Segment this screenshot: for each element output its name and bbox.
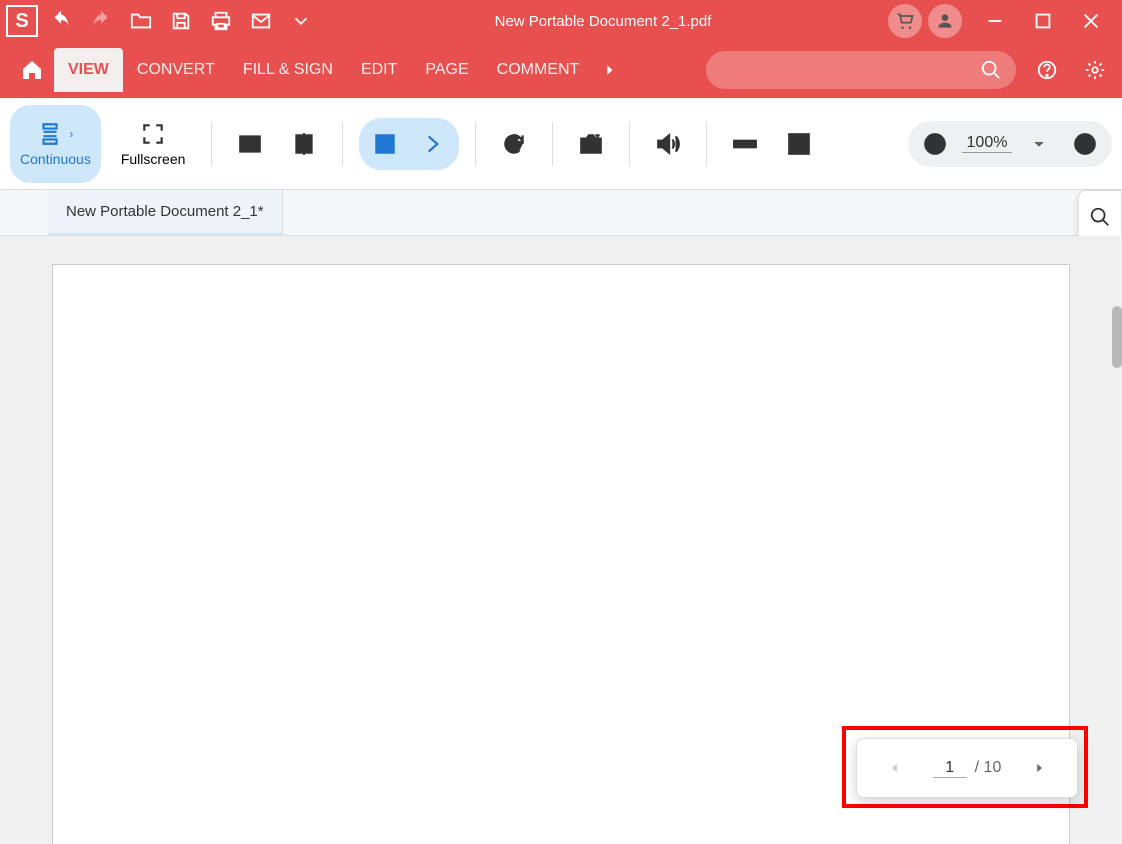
continuous-mode-button[interactable]: › Continuous — [10, 105, 101, 183]
next-page-icon[interactable] — [1027, 756, 1051, 780]
tab-edit[interactable]: EDIT — [347, 48, 411, 92]
zoom-out-icon[interactable] — [916, 125, 954, 163]
zoom-control: 100% — [908, 121, 1112, 167]
app-logo: S — [6, 5, 38, 37]
document-tab-strip: New Portable Document 2_1* — [0, 190, 1122, 236]
tab-page[interactable]: PAGE — [411, 48, 482, 92]
zoom-dropdown-icon[interactable] — [1020, 125, 1058, 163]
zoom-value[interactable]: 100% — [962, 134, 1012, 153]
ruler-icon[interactable] — [723, 122, 767, 166]
grid-icon[interactable] — [777, 122, 821, 166]
menu-bar: VIEW CONVERT FILL & SIGN EDIT PAGE COMME… — [0, 42, 1122, 98]
search-icon — [980, 59, 1002, 81]
account-button[interactable] — [928, 4, 962, 38]
page-navigator: / 10 — [856, 738, 1078, 798]
svg-text:1:1: 1:1 — [380, 139, 395, 151]
mail-icon[interactable] — [244, 4, 278, 38]
vertical-scrollbar[interactable] — [1112, 306, 1122, 368]
ribbon-separator — [211, 122, 212, 166]
maximize-icon[interactable] — [1026, 4, 1060, 38]
save-icon[interactable] — [164, 4, 198, 38]
open-folder-icon[interactable] — [124, 4, 158, 38]
ribbon-separator — [629, 122, 630, 166]
tab-comment[interactable]: COMMENT — [483, 48, 594, 92]
split-view-icon[interactable] — [282, 122, 326, 166]
chevron-down-icon[interactable] — [284, 4, 318, 38]
document-title: New Portable Document 2_1.pdf — [495, 13, 712, 30]
prev-page-icon — [883, 756, 907, 780]
ribbon-separator — [475, 122, 476, 166]
close-icon[interactable] — [1074, 4, 1108, 38]
rotate-icon[interactable] — [492, 122, 536, 166]
title-bar: S New Portable Document 2_1.pdf — [0, 0, 1122, 42]
tab-view[interactable]: VIEW — [54, 48, 123, 92]
minimize-icon[interactable] — [978, 4, 1012, 38]
fit-mode-group: 1:1 — [359, 118, 459, 170]
tab-fill-sign[interactable]: FILL & SIGN — [229, 48, 347, 92]
ribbon-separator — [552, 122, 553, 166]
cart-button[interactable] — [888, 4, 922, 38]
settings-icon[interactable] — [1078, 53, 1112, 87]
undo-icon[interactable] — [44, 4, 78, 38]
page-number-input[interactable] — [933, 759, 967, 778]
fullscreen-label: Fullscreen — [121, 151, 186, 167]
redo-icon — [84, 4, 118, 38]
home-button[interactable] — [10, 48, 54, 92]
view-ribbon: › Continuous Fullscreen 1:1 100% — [0, 98, 1122, 190]
tabs-more-icon[interactable] — [593, 62, 627, 78]
fullscreen-button[interactable]: Fullscreen — [111, 105, 196, 183]
read-aloud-icon[interactable] — [646, 122, 690, 166]
continuous-label: Continuous — [20, 151, 91, 167]
ribbon-separator — [342, 122, 343, 166]
tab-convert[interactable]: CONVERT — [123, 48, 229, 92]
fit-more-icon[interactable] — [411, 122, 455, 166]
zoom-in-icon[interactable] — [1066, 125, 1104, 163]
page-total: / 10 — [975, 759, 1002, 777]
find-icon[interactable] — [1086, 203, 1114, 231]
fit-actual-icon[interactable]: 1:1 — [363, 122, 407, 166]
book-view-icon[interactable] — [228, 122, 272, 166]
document-tab[interactable]: New Portable Document 2_1* — [48, 190, 283, 235]
help-icon[interactable] — [1030, 53, 1064, 87]
snapshot-icon[interactable] — [569, 122, 613, 166]
ribbon-separator — [706, 122, 707, 166]
print-icon[interactable] — [204, 4, 238, 38]
search-input[interactable] — [706, 51, 1016, 89]
